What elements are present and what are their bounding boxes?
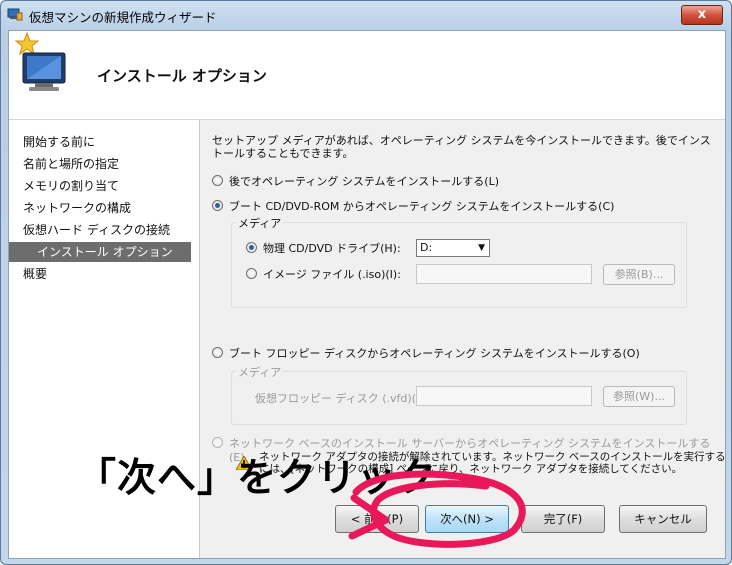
description-text: セットアップ メディアがあれば、オペレーティング システムを今インストールできま… — [212, 134, 711, 160]
label-floppy-file: 仮想フロッピー ディスク (.vfd)(V): — [255, 392, 432, 405]
dropdown-arrow-icon: ▼ — [478, 243, 485, 253]
nav-step-name-location[interactable]: 名前と場所の指定 — [23, 154, 119, 174]
radio-boot-floppy[interactable] — [212, 347, 223, 358]
nav-step-virtual-disk[interactable]: 仮想ハード ディスクの接続 — [23, 220, 170, 240]
nav-step-summary[interactable]: 概要 — [23, 264, 47, 284]
annotation-caption: 「次へ」をクリック — [77, 456, 438, 501]
browse-vfd-button[interactable]: 参照(W)... — [603, 386, 675, 407]
radio-boot-cd[interactable] — [212, 200, 223, 211]
vfd-path-input[interactable] — [416, 386, 592, 406]
finish-button[interactable]: 完了(F) — [521, 505, 605, 533]
browse-iso-button[interactable]: 参照(B)... — [603, 264, 675, 285]
nav-step-memory[interactable]: メモリの割り当て — [23, 176, 119, 196]
label-boot-cd: ブート CD/DVD-ROM からオペレーティング システムをインストールする(… — [229, 200, 615, 213]
drive-select-value: D: — [420, 241, 433, 254]
radio-physical-drive[interactable] — [246, 242, 257, 253]
label-image-file: イメージ ファイル (.iso)(I): — [263, 268, 401, 281]
floppy-media-caption: メディア — [236, 364, 284, 380]
radio-install-later[interactable] — [212, 175, 223, 186]
hyperv-app-icon — [7, 8, 23, 21]
wizard-header: インストール オプション — [9, 31, 725, 120]
nav-step-install-options[interactable]: インストール オプション — [9, 242, 191, 262]
cd-media-caption: メディア — [236, 215, 284, 231]
window-title: 仮想マシンの新規作成ウィザード — [29, 10, 217, 25]
label-boot-floppy: ブート フロッピー ディスクからオペレーティング システムをインストールする(O… — [229, 347, 640, 360]
close-icon: x — [697, 7, 707, 22]
label-install-later: 後でオペレーティング システムをインストールする(L) — [229, 175, 499, 188]
label-physical-drive: 物理 CD/DVD ドライブ(H): — [263, 242, 401, 255]
page-title: インストール オプション — [97, 67, 267, 85]
drive-select[interactable]: D: ▼ — [416, 239, 490, 257]
title-bar[interactable]: 仮想マシンの新規作成ウィザード x — [1, 1, 731, 29]
nav-step-network[interactable]: ネットワークの構成 — [23, 198, 131, 218]
next-button[interactable]: 次へ(N) > — [425, 505, 509, 533]
nav-step-before-you-begin[interactable]: 開始する前に — [23, 132, 95, 152]
new-vm-icon — [14, 31, 66, 91]
iso-path-input[interactable] — [416, 264, 592, 284]
close-button[interactable]: x — [681, 5, 723, 25]
cancel-button[interactable]: キャンセル — [619, 505, 707, 533]
radio-image-file[interactable] — [246, 268, 257, 279]
back-button[interactable]: < 前へ(P) — [335, 505, 419, 533]
